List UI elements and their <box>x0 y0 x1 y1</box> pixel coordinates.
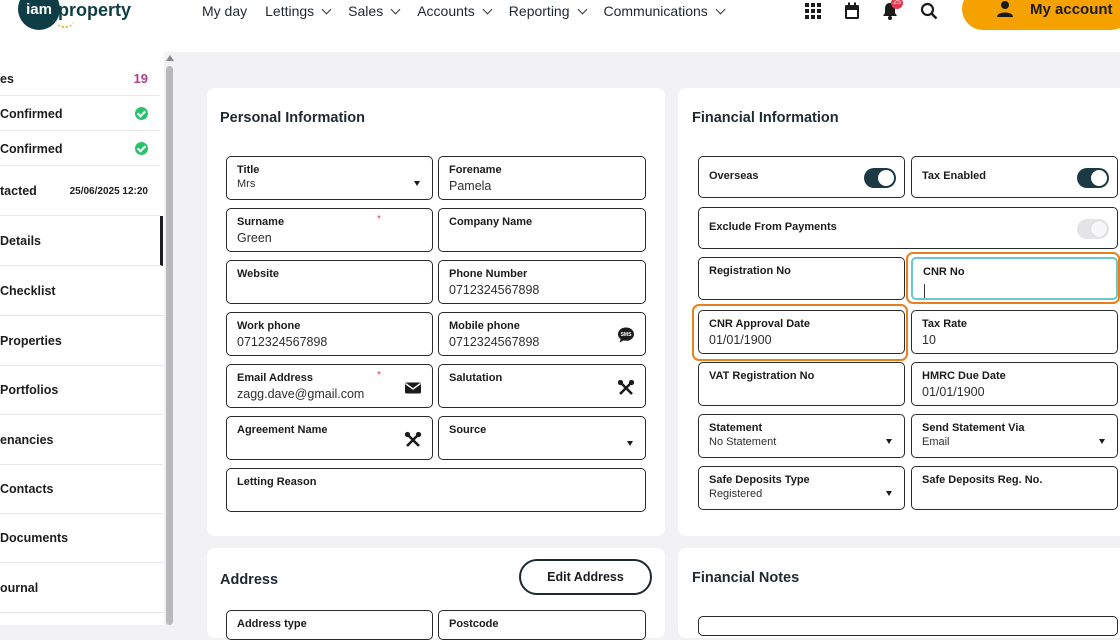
tools-icon[interactable] <box>404 431 422 449</box>
company-name-field[interactable]: Company Name <box>438 208 646 252</box>
svg-text:SMS: SMS <box>621 332 633 338</box>
sidebar-scroll-thumb[interactable] <box>166 66 173 625</box>
sidebar-stat-row: Confirmed <box>0 132 160 166</box>
caret-down-icon <box>886 439 892 444</box>
mobile-phone-field[interactable]: Mobile phone 0712324567898 SMS <box>438 312 646 356</box>
search-icon[interactable] <box>920 2 938 20</box>
website-field[interactable]: Website <box>226 260 433 304</box>
top-bar: iam property My day Lettings Sales Accou… <box>0 0 1120 52</box>
caret-down-icon <box>886 491 892 496</box>
title-select[interactable]: Title Mrs <box>226 156 433 200</box>
sidebar-stat-row: tacted 25/06/2025 12:20 <box>0 167 160 216</box>
sms-icon[interactable]: SMS <box>617 326 635 344</box>
sidebar-item-tenancies[interactable]: enancies <box>0 415 163 465</box>
apps-grid-icon[interactable] <box>804 2 822 20</box>
sidebar-item-documents[interactable]: Documents <box>0 513 163 563</box>
stat-count: 19 <box>133 71 148 86</box>
sidebar-item-details[interactable]: Details <box>0 216 163 266</box>
send-statement-via-select[interactable]: Send Statement Via Email <box>911 414 1118 458</box>
phone-number-field[interactable]: Phone Number 0712324567898 <box>438 260 646 304</box>
sidebar-item-journal[interactable]: ournal <box>0 563 163 613</box>
chevron-down-icon <box>321 4 332 14</box>
required-marker: * <box>377 214 381 225</box>
sidebar-item-contacts[interactable]: Contacts <box>0 464 163 514</box>
last-contacted-date: 25/06/2025 12:20 <box>69 185 148 197</box>
registration-no-field[interactable]: Registration No <box>698 257 905 300</box>
caret-down-icon <box>627 441 633 446</box>
nav-accounts[interactable]: Accounts <box>417 3 493 19</box>
chevron-down-icon <box>482 4 493 14</box>
nav-reporting[interactable]: Reporting <box>509 3 587 19</box>
hmrc-due-date-field[interactable]: HMRC Due Date 01/01/1900 <box>911 362 1118 406</box>
statement-select[interactable]: Statement No Statement <box>698 414 905 458</box>
logo-swoosh <box>56 20 74 28</box>
check-circle-icon <box>135 107 148 120</box>
user-icon <box>997 1 1013 17</box>
work-phone-field[interactable]: Work phone 0712324567898 <box>226 312 433 356</box>
sidebar-item-properties[interactable]: Properties <box>0 316 163 366</box>
nav-communications[interactable]: Communications <box>604 3 726 19</box>
nav-lettings[interactable]: Lettings <box>265 3 332 19</box>
edit-address-button[interactable]: Edit Address <box>519 559 652 595</box>
safe-deposits-type-select[interactable]: Safe Deposits Type Registered <box>698 466 905 510</box>
chevron-down-icon <box>577 4 587 14</box>
caret-down-icon <box>1099 439 1105 444</box>
exclude-payments-toggle-field: Exclude From Payments <box>698 207 1118 249</box>
chevron-down-icon <box>390 4 401 14</box>
personal-information-title: Personal Information <box>220 110 366 126</box>
financial-information-title: Financial Information <box>692 110 839 126</box>
nav-my-day[interactable]: My day <box>202 3 247 19</box>
tools-icon[interactable] <box>617 379 635 397</box>
sidebar: es 19 Confirmed Confirmed tacted 25/06/2… <box>0 52 164 625</box>
sidebar-item-checklist[interactable]: Checklist <box>0 266 163 316</box>
main-nav: My day Lettings Sales Accounts Reporting… <box>202 3 742 19</box>
required-marker: * <box>377 370 381 381</box>
sidebar-stat-row: Confirmed <box>0 97 160 131</box>
postcode-field[interactable]: Postcode <box>438 610 646 640</box>
letting-reason-field[interactable]: Letting Reason <box>226 468 646 512</box>
sidebar-item-portfolios[interactable]: Portfolios <box>0 365 163 415</box>
chevron-down-icon <box>715 4 726 14</box>
overseas-toggle[interactable] <box>864 168 896 188</box>
cnr-no-field[interactable]: CNR No <box>911 257 1118 300</box>
financial-notes-title: Financial Notes <box>692 570 800 586</box>
notification-badge: 25 <box>891 0 903 9</box>
scroll-up-arrow-icon[interactable] <box>166 55 174 61</box>
tax-enabled-toggle-field: Tax Enabled <box>911 156 1118 198</box>
forename-field[interactable]: Forename Pamela <box>438 156 646 200</box>
check-circle-icon <box>135 142 148 155</box>
tax-enabled-toggle[interactable] <box>1077 168 1109 188</box>
caret-down-icon <box>414 181 420 186</box>
nav-sales[interactable]: Sales <box>348 3 401 19</box>
address-title: Address <box>220 572 279 588</box>
calendar-icon[interactable] <box>843 2 861 20</box>
financial-notes-textarea[interactable] <box>698 616 1118 636</box>
envelope-icon[interactable] <box>404 379 422 397</box>
logo-badge[interactable]: iam <box>18 0 60 30</box>
surname-field[interactable]: Surname Green * <box>226 208 433 252</box>
exclude-payments-toggle[interactable] <box>1077 219 1109 239</box>
salutation-field[interactable]: Salutation <box>438 364 646 408</box>
sidebar-stat-row: es 19 <box>0 62 160 96</box>
agreement-name-field[interactable]: Agreement Name <box>226 416 433 460</box>
address-type-select[interactable]: Address type <box>226 610 433 640</box>
cnr-approval-date-field[interactable]: CNR Approval Date 01/01/1900 <box>698 310 905 354</box>
safe-deposits-reg-no-field[interactable]: Safe Deposits Reg. No. <box>911 466 1118 510</box>
overseas-toggle-field: Overseas <box>698 156 905 198</box>
my-account-button[interactable]: My account <box>962 0 1120 30</box>
text-cursor <box>924 284 925 298</box>
email-address-field[interactable]: Email Address zagg.dave@gmail.com * <box>226 364 433 408</box>
vat-registration-no-field[interactable]: VAT Registration No <box>698 362 905 406</box>
logo-text[interactable]: property <box>58 0 131 21</box>
source-select[interactable]: Source <box>438 416 646 460</box>
tax-rate-field[interactable]: Tax Rate 10 <box>911 310 1118 354</box>
